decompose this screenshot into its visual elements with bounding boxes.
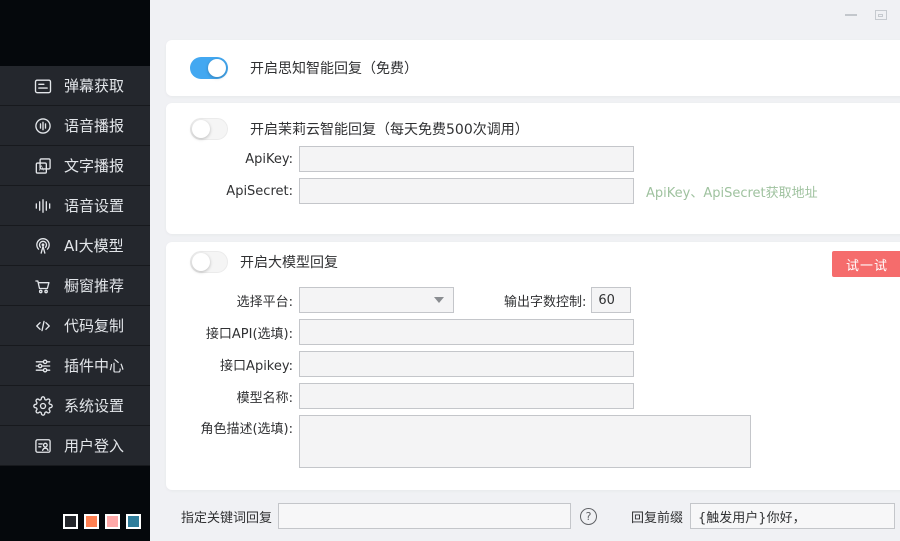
toggle-knob <box>192 253 210 271</box>
llm-reply-card: 试一试 开启大模型回复 选择平台: 输出字数控制: 接口API(选填): <box>166 242 900 490</box>
apisecret-row: ApiSecret: ApiKey、ApiSecret获取地址 <box>166 178 900 204</box>
api-url-label: 接口API(选填): <box>166 323 299 342</box>
sidebar-menu: 弹幕获取 语音播报 A 文字播报 语音设置 <box>0 66 150 466</box>
api-url-input[interactable] <box>299 319 634 345</box>
keyword-reply-input[interactable] <box>278 503 571 529</box>
toggle-knob <box>208 59 226 77</box>
sidebar-item-label: 用户登入 <box>64 435 124 456</box>
keyword-reply-label: 指定关键词回复 <box>181 507 272 526</box>
apikey-row: ApiKey: <box>166 146 900 172</box>
keyword-help-icon[interactable]: ? <box>580 508 597 525</box>
word-limit-label: 输出字数控制: <box>504 291 586 310</box>
sidebar-footer <box>0 466 150 541</box>
role-desc-textarea[interactable] <box>299 415 751 468</box>
theme-swatch-teal[interactable] <box>126 514 141 529</box>
reply-prefix-input[interactable] <box>690 503 895 529</box>
platform-select[interactable] <box>299 287 454 313</box>
sidebar-item-label: 橱窗推荐 <box>64 275 124 296</box>
footer-bar: 指定关键词回复 ? 回复前缀 ? <box>166 503 900 529</box>
sidebar-item-label: 弹幕获取 <box>64 75 124 96</box>
sizhi-reply-toggle[interactable] <box>190 57 228 79</box>
llm-reply-label: 开启大模型回复 <box>240 252 338 272</box>
theme-swatches <box>63 514 141 529</box>
theme-swatch-orange[interactable] <box>84 514 99 529</box>
content-area: 开启思知智能回复（免费） 开启茉莉云智能回复（每天免费500次调用） ApiKe… <box>150 30 900 541</box>
titlebar: ✕ <box>150 0 900 30</box>
apisecret-input[interactable] <box>299 178 634 204</box>
sidebar-logo-area <box>0 0 150 66</box>
plugin-center-icon <box>33 356 53 376</box>
sidebar-item-label: 语音设置 <box>64 195 124 216</box>
voice-settings-icon <box>33 196 53 216</box>
moli-reply-toggle[interactable] <box>190 118 228 140</box>
voice-broadcast-icon <box>33 116 53 136</box>
sidebar-item-label: 文字播报 <box>64 155 124 176</box>
sidebar-item-voice-settings[interactable]: 语音设置 <box>0 186 150 226</box>
model-name-row: 模型名称: <box>166 383 900 409</box>
try-it-button[interactable]: 试一试 <box>832 251 900 277</box>
code-copy-icon <box>33 316 53 336</box>
toggle-knob <box>192 120 210 138</box>
sidebar-item-shop-window[interactable]: 橱窗推荐 <box>0 266 150 306</box>
llm-toggle-row: 开启大模型回复 <box>166 251 900 273</box>
sidebar-item-system-settings[interactable]: 系统设置 <box>0 386 150 426</box>
shop-window-icon <box>33 276 53 296</box>
apikey-get-link[interactable]: ApiKey、ApiSecret获取地址 <box>646 182 818 201</box>
theme-swatch-dark[interactable] <box>63 514 78 529</box>
apikey-input[interactable] <box>299 146 634 172</box>
theme-swatch-pink[interactable] <box>105 514 120 529</box>
moli-cloud-card: 开启茉莉云智能回复（每天免费500次调用） ApiKey: ApiSecret:… <box>166 103 900 234</box>
moli-reply-label: 开启茉莉云智能回复（每天免费500次调用） <box>250 119 529 139</box>
main-panel: ✕ 开启思知智能回复（免费） 开启茉莉云智能回复（每天免费500次调用） Api… <box>150 0 900 541</box>
sidebar-item-plugin-center[interactable]: 插件中心 <box>0 346 150 386</box>
llm-apikey-row: 接口Apikey: <box>166 351 900 377</box>
apikey-label: ApiKey: <box>166 152 299 167</box>
sidebar-item-label: 代码复制 <box>64 315 124 336</box>
system-settings-icon <box>33 396 53 416</box>
sidebar-item-ai-model[interactable]: AI大模型 <box>0 226 150 266</box>
word-limit-input[interactable] <box>591 287 631 313</box>
model-name-input[interactable] <box>299 383 634 409</box>
role-desc-label: 角色描述(选填): <box>166 415 299 437</box>
svg-text:A: A <box>39 164 44 172</box>
text-broadcast-icon: A <box>33 156 53 176</box>
llm-apikey-label: 接口Apikey: <box>166 355 299 374</box>
app-window: 弹幕获取 语音播报 A 文字播报 语音设置 <box>0 0 900 541</box>
ai-model-icon <box>33 236 53 256</box>
minimize-button[interactable] <box>843 8 858 22</box>
model-name-label: 模型名称: <box>166 387 299 406</box>
role-desc-row: 角色描述(选填): <box>166 415 900 468</box>
sidebar: 弹幕获取 语音播报 A 文字播报 语音设置 <box>0 0 150 541</box>
sidebar-item-code-copy[interactable]: 代码复制 <box>0 306 150 346</box>
moli-toggle-row: 开启茉莉云智能回复（每天免费500次调用） <box>166 118 900 140</box>
danmaku-icon <box>33 76 53 96</box>
sidebar-item-text-broadcast[interactable]: A 文字播报 <box>0 146 150 186</box>
sizhi-reply-label: 开启思知智能回复（免费） <box>250 58 418 78</box>
reply-prefix-label: 回复前缀 <box>631 507 683 526</box>
apisecret-label: ApiSecret: <box>166 184 299 199</box>
chevron-down-icon <box>434 297 444 303</box>
platform-row: 选择平台: 输出字数控制: <box>166 287 900 313</box>
sidebar-item-user-login[interactable]: 用户登入 <box>0 426 150 466</box>
sidebar-item-voice-broadcast[interactable]: 语音播报 <box>0 106 150 146</box>
sidebar-item-label: AI大模型 <box>64 235 124 256</box>
api-url-row: 接口API(选填): <box>166 319 900 345</box>
platform-label: 选择平台: <box>166 291 299 310</box>
maximize-button[interactable] <box>873 8 888 22</box>
sidebar-item-label: 插件中心 <box>64 355 124 376</box>
minimize-icon <box>845 14 857 16</box>
sidebar-item-danmaku[interactable]: 弹幕获取 <box>0 66 150 106</box>
llm-apikey-input[interactable] <box>299 351 634 377</box>
sidebar-item-label: 系统设置 <box>64 395 124 416</box>
sizhi-reply-card: 开启思知智能回复（免费） <box>166 40 900 96</box>
maximize-icon <box>875 10 887 20</box>
llm-reply-toggle[interactable] <box>190 251 228 273</box>
user-login-icon <box>33 436 53 456</box>
sidebar-item-label: 语音播报 <box>64 115 124 136</box>
